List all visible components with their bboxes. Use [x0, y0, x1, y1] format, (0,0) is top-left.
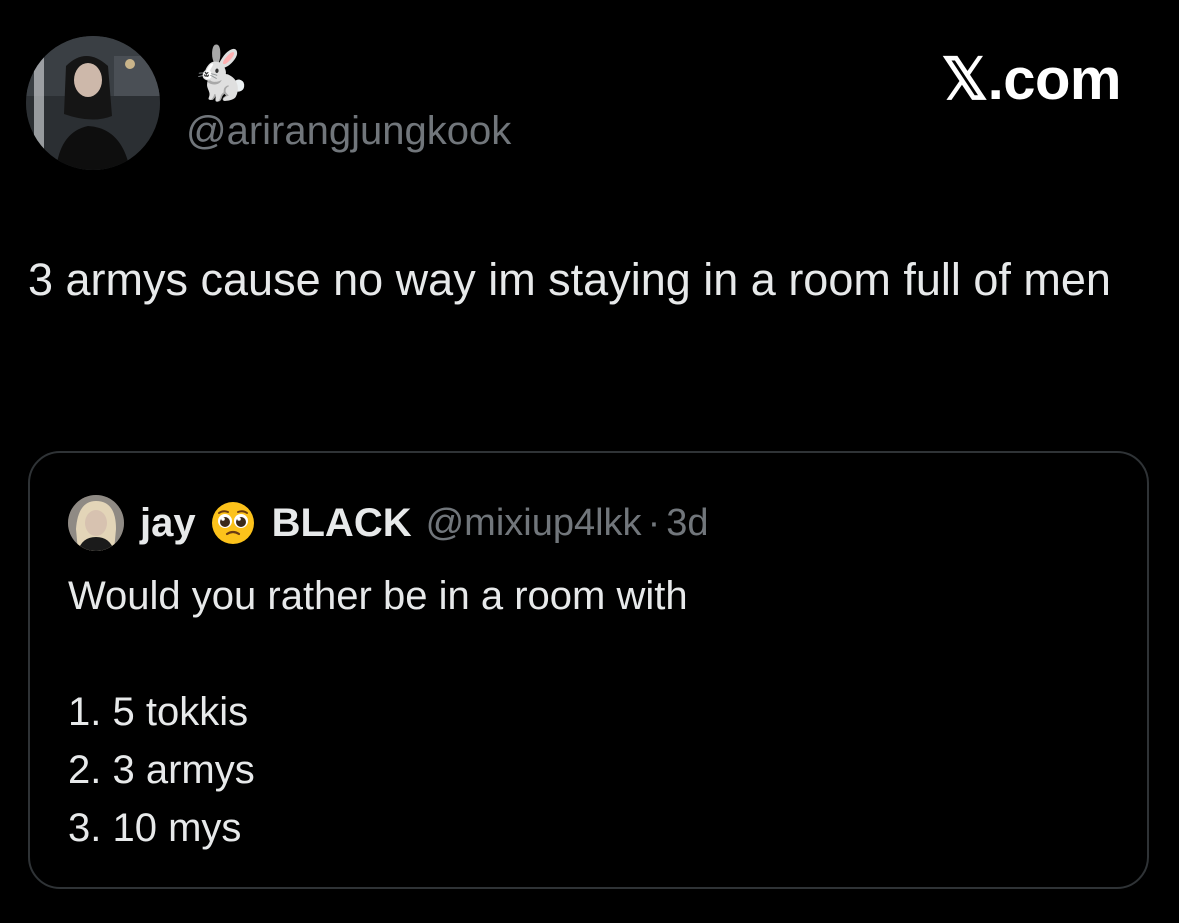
quoted-text-line: 3. 10 mys: [68, 806, 242, 850]
quoted-tweet-text: Would you rather be in a room with 1. 5 …: [68, 567, 1108, 857]
author-handle[interactable]: @arirangjungkook: [186, 108, 511, 154]
separator-dot: ·: [647, 501, 661, 544]
author-avatar[interactable]: [26, 36, 160, 170]
author-display-name[interactable]: 🐇: [188, 44, 253, 104]
quoted-tweet-header: jay BLACK @mixiup4lkk · 3d: [68, 495, 709, 551]
quoted-text-line: 1. 5 tokkis: [68, 690, 249, 734]
quoted-text-line: [68, 625, 1108, 683]
quoted-text-line: 2. 3 armys: [68, 748, 255, 792]
quoted-tweet-card[interactable]: jay BLACK @mixiup4lkk · 3d Would you rat…: [28, 451, 1149, 889]
quoted-tweet-timestamp[interactable]: 3d: [666, 502, 708, 545]
quoted-author-name-suffix[interactable]: BLACK: [272, 501, 412, 546]
tweet-text: 3 armys cause no way im staying in a roo…: [28, 254, 1111, 305]
quoted-author-handle[interactable]: @mixiup4lkk: [426, 502, 642, 545]
quoted-author-name[interactable]: jay: [140, 501, 196, 546]
pleading-face-emoji-icon: [210, 500, 256, 546]
quoted-text-line: Would you rather be in a room with: [68, 574, 688, 618]
quoted-author-avatar[interactable]: [68, 495, 124, 551]
x-logo-brand: 𝕏.com: [941, 47, 1121, 112]
